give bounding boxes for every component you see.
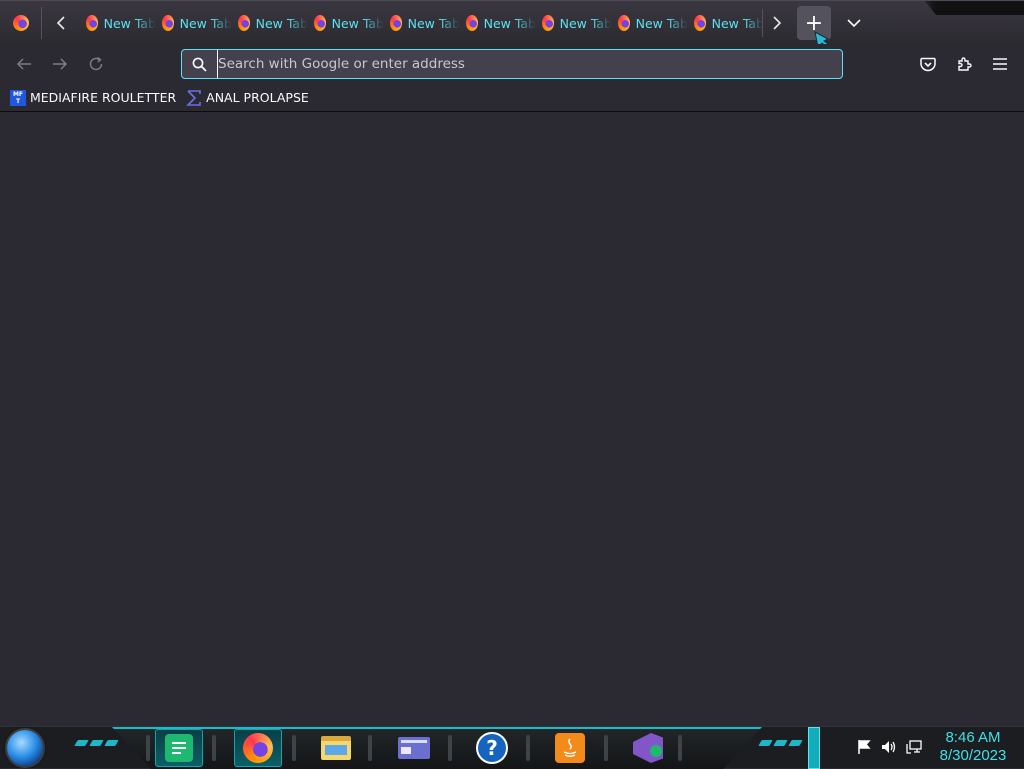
- bookmark-label: MEDIAFIRE ROULETTER: [30, 90, 177, 105]
- tab[interactable]: New Tab: [156, 7, 232, 39]
- taskbar-separator: [146, 735, 150, 761]
- network-icon[interactable]: [906, 739, 922, 755]
- tab-title: New Tab: [559, 15, 612, 31]
- reload-icon: [89, 56, 103, 71]
- tab[interactable]: New Tab: [80, 7, 156, 39]
- extensions-button[interactable]: [948, 48, 980, 80]
- pocket-button[interactable]: [912, 48, 944, 80]
- tabs-strip: New Tab New Tab New Tab New Tab New Tab …: [80, 7, 764, 39]
- flag-icon[interactable]: [856, 739, 872, 755]
- firefox-view-button[interactable]: [0, 7, 42, 39]
- tab-title: New Tab: [103, 15, 156, 31]
- start-button[interactable]: [7, 730, 43, 766]
- taskbar-app-firefox[interactable]: [234, 729, 282, 767]
- arrow-left-icon: [16, 58, 31, 70]
- bookmark-mediafire-rouletter[interactable]: MF T MEDIAFIRE ROULETTER: [10, 86, 176, 110]
- bookmark-label: ANAL PROLAPSE: [206, 90, 309, 105]
- taskbar-separator: [212, 735, 216, 761]
- taskbar-app-file-explorer[interactable]: [312, 729, 360, 767]
- tab-title: New Tab: [483, 15, 536, 31]
- tab[interactable]: New Tab: [536, 7, 612, 39]
- taskbar-separator: [368, 735, 372, 761]
- tab[interactable]: New Tab: [232, 7, 308, 39]
- firefox-favicon-icon: [238, 15, 250, 31]
- taskbar-app-help[interactable]: ?: [468, 729, 516, 767]
- taskbar-app-card[interactable]: [390, 729, 438, 767]
- firefox-favicon-icon: [314, 15, 326, 31]
- taskbar-separator: [292, 735, 296, 761]
- taskbar: ? 8:46 AM 8/30/2023: [0, 726, 1024, 769]
- card-icon: [398, 737, 430, 759]
- notes-icon: [165, 734, 193, 762]
- taskbar-decoration: [74, 740, 119, 748]
- reload-button[interactable]: [80, 48, 112, 80]
- tab-title: New Tab: [407, 15, 460, 31]
- tab-title: New Tab: [255, 15, 308, 31]
- search-icon: [183, 57, 215, 72]
- firefox-favicon-icon: [390, 15, 402, 31]
- pocket-icon: [920, 57, 936, 71]
- chevron-down-icon: [847, 18, 861, 27]
- taskbar-decoration: [758, 740, 803, 748]
- tab[interactable]: New Tab: [308, 7, 384, 39]
- taskbar-separator: [678, 735, 682, 761]
- tab-bar: New Tab New Tab New Tab New Tab New Tab …: [0, 0, 1024, 54]
- tab[interactable]: New Tab: [384, 7, 460, 39]
- folder-icon: [321, 736, 351, 760]
- clock-date: 8/30/2023: [939, 747, 1007, 764]
- address-bar[interactable]: [181, 49, 843, 79]
- navigation-toolbar: [0, 44, 1024, 84]
- firefox-favicon-icon: [162, 15, 174, 31]
- firefox-icon: [12, 15, 29, 31]
- application-menu-button[interactable]: [984, 48, 1016, 80]
- mediafire-icon: MF T: [10, 89, 26, 106]
- taskbar-separator: [604, 735, 608, 761]
- firefox-favicon-icon: [618, 15, 630, 31]
- bookmarks-toolbar: MF T MEDIAFIRE ROULETTER ANAL PROLAPSE: [0, 84, 1024, 112]
- firefox-icon: [243, 733, 273, 763]
- download-badge-icon: [650, 745, 662, 757]
- help-icon: ?: [476, 732, 508, 764]
- search-input[interactable]: [217, 50, 842, 78]
- chevron-left-icon: [56, 16, 65, 30]
- taskbar-app-visual-studio-installer[interactable]: [624, 729, 672, 767]
- firefox-favicon-icon: [86, 15, 98, 31]
- chevron-right-icon: [773, 16, 782, 30]
- back-button[interactable]: [8, 48, 40, 80]
- hamburger-menu-icon: [993, 58, 1007, 70]
- show-hidden-icons-button[interactable]: [808, 727, 820, 769]
- arrow-right-icon: [53, 58, 68, 70]
- puzzle-piece-icon: [958, 57, 972, 71]
- tab[interactable]: New Tab: [688, 7, 764, 39]
- bookmark-anal-prolapse[interactable]: ANAL PROLAPSE: [186, 86, 309, 110]
- tab-title: New Tab: [711, 15, 764, 31]
- tab[interactable]: New Tab: [460, 7, 536, 39]
- forward-button[interactable]: [44, 48, 76, 80]
- taskbar-separator: [448, 735, 452, 761]
- java-icon: [555, 733, 585, 763]
- system-tray: [856, 739, 922, 755]
- taskbar-app-java[interactable]: [546, 729, 594, 767]
- tabs-scroll-left-button[interactable]: [45, 7, 77, 39]
- taskbar-app-notes[interactable]: [155, 729, 203, 767]
- clock[interactable]: 8:46 AM 8/30/2023: [928, 729, 1018, 765]
- list-all-tabs-button[interactable]: [838, 7, 870, 39]
- tabs-scroll-right-button[interactable]: [761, 7, 793, 39]
- sigma-icon: [186, 89, 201, 106]
- firefox-favicon-icon: [466, 15, 478, 31]
- clock-time: 8:46 AM: [945, 729, 1001, 746]
- firefox-favicon-icon: [694, 15, 706, 31]
- tab[interactable]: New Tab: [612, 7, 688, 39]
- tab-title: New Tab: [331, 15, 384, 31]
- firefox-favicon-icon: [542, 15, 554, 31]
- taskbar-separator: [526, 735, 530, 761]
- window-frame-decoration: [925, 1, 1024, 15]
- tab-title: New Tab: [179, 15, 232, 31]
- tab-title: New Tab: [635, 15, 688, 31]
- speaker-icon[interactable]: [881, 739, 897, 755]
- page-content-area: [0, 113, 1024, 726]
